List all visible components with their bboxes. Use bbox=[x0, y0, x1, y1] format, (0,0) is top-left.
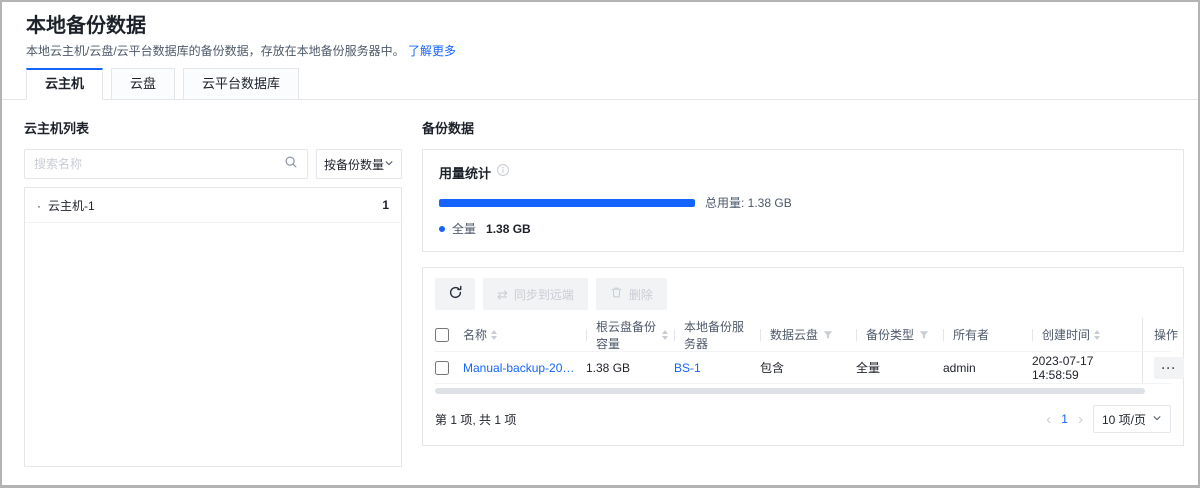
table-toolbar: ⇄ 同步到远端 删除 bbox=[435, 278, 1171, 310]
host-name: 云主机-1 bbox=[37, 197, 95, 214]
sort-icon[interactable] bbox=[662, 330, 668, 340]
usage-stats-card: 用量统计 总用量: 1.38 GB 全量 1.38 GB bbox=[422, 149, 1184, 252]
delete-button[interactable]: 删除 bbox=[596, 278, 667, 310]
sort-dropdown-label: 按备份数量 bbox=[324, 156, 384, 173]
row-data-disk-cell: 包含 bbox=[760, 352, 856, 383]
row-checkbox-cell bbox=[435, 352, 463, 383]
header-backup-type-label: 备份类型 bbox=[866, 326, 914, 343]
header-backup-server: 本地备份服务器 bbox=[674, 318, 760, 351]
info-icon[interactable] bbox=[496, 163, 510, 182]
host-list-controls: 按备份数量 bbox=[24, 149, 402, 179]
search-box[interactable] bbox=[24, 149, 308, 179]
legend-label: 全量 bbox=[452, 220, 476, 237]
page-title: 本地备份数据 bbox=[26, 14, 1174, 38]
backup-server-link[interactable]: BS-1 bbox=[674, 361, 701, 375]
header-capacity-label: 根云盘备份容量 bbox=[596, 318, 658, 352]
learn-more-link[interactable]: 了解更多 bbox=[408, 44, 456, 58]
backup-table: 名称 根云盘备份容量 本地备份服务器 数据云盘 bbox=[435, 318, 1171, 394]
host-list: 云主机-1 1 bbox=[24, 187, 402, 467]
sort-icon[interactable] bbox=[1094, 330, 1100, 340]
host-list-panel: 云主机列表 按备份数量 云主机-1 1 bbox=[24, 110, 402, 467]
backup-name-link[interactable]: Manual-backup-2023-07-1... bbox=[463, 361, 580, 375]
select-all-checkbox[interactable] bbox=[435, 328, 449, 342]
more-actions-button[interactable]: ··· bbox=[1154, 357, 1184, 379]
usage-legend: 全量 1.38 GB bbox=[439, 220, 1167, 237]
delete-button-label: 删除 bbox=[629, 286, 653, 303]
usage-stats-title: 用量统计 bbox=[439, 163, 491, 182]
header-created-time-label: 创建时间 bbox=[1042, 326, 1090, 343]
refresh-icon bbox=[448, 285, 463, 303]
list-item-host-1[interactable]: 云主机-1 1 bbox=[25, 188, 401, 223]
horizontal-scrollbar[interactable] bbox=[435, 388, 1145, 394]
chevron-down-icon bbox=[384, 157, 394, 171]
page-size-label: 10 项/页 bbox=[1102, 411, 1146, 428]
tab-cloud-disk[interactable]: 云盘 bbox=[111, 68, 175, 99]
next-page-icon[interactable]: › bbox=[1078, 412, 1083, 427]
header-backup-server-label: 本地备份服务器 bbox=[684, 318, 754, 352]
backup-table-card: ⇄ 同步到远端 删除 bbox=[422, 267, 1184, 446]
sort-icon[interactable] bbox=[491, 330, 497, 340]
content-area: 云主机列表 按备份数量 云主机-1 1 bbox=[2, 100, 1198, 485]
refresh-button[interactable] bbox=[435, 278, 475, 310]
header-owner-label: 所有者 bbox=[953, 326, 989, 343]
header-actions-label: 操作 bbox=[1154, 326, 1178, 343]
row-checkbox[interactable] bbox=[435, 361, 449, 375]
table-row: Manual-backup-2023-07-1... 1.38 GB BS-1 … bbox=[435, 352, 1171, 384]
page-subtitle-text: 本地云主机/云盘/云平台数据库的备份数据，存放在本地备份服务器中。 bbox=[26, 44, 405, 58]
host-backup-count: 1 bbox=[382, 198, 389, 212]
host-list-title: 云主机列表 bbox=[24, 118, 402, 137]
sync-to-remote-button[interactable]: ⇄ 同步到远端 bbox=[483, 278, 588, 310]
legend-dot-icon bbox=[439, 226, 445, 232]
prev-page-icon[interactable]: ‹ bbox=[1046, 412, 1051, 427]
pagination: ‹ 1 › 10 项/页 bbox=[1046, 405, 1171, 433]
search-input[interactable] bbox=[34, 157, 284, 171]
table-footer: 第 1 项, 共 1 项 ‹ 1 › 10 项/页 bbox=[435, 405, 1171, 433]
backup-data-panel: 备份数据 用量统计 总用量: 1.38 GB 全量 bbox=[422, 110, 1184, 467]
current-page-number[interactable]: 1 bbox=[1061, 412, 1068, 426]
row-backup-type-cell: 全量 bbox=[856, 352, 943, 383]
row-created-time-cell: 2023-07-17 14:58:59 bbox=[1032, 352, 1142, 383]
header-created-time: 创建时间 bbox=[1032, 318, 1142, 351]
backup-data-title: 备份数据 bbox=[422, 118, 1184, 137]
usage-bar-row: 总用量: 1.38 GB bbox=[439, 194, 1167, 211]
row-actions-cell: ··· bbox=[1142, 352, 1192, 383]
page-size-select[interactable]: 10 项/页 bbox=[1093, 405, 1171, 433]
legend-value: 1.38 GB bbox=[486, 222, 531, 236]
row-capacity-cell: 1.38 GB bbox=[586, 352, 674, 383]
trash-icon bbox=[610, 286, 623, 302]
tab-cloud-host[interactable]: 云主机 bbox=[26, 68, 103, 100]
usage-total-label: 总用量: 1.38 GB bbox=[705, 194, 792, 211]
header-checkbox-cell bbox=[435, 318, 463, 351]
pagination-summary: 第 1 项, 共 1 项 bbox=[435, 411, 516, 428]
row-name-cell: Manual-backup-2023-07-1... bbox=[463, 352, 586, 383]
sort-dropdown[interactable]: 按备份数量 bbox=[316, 149, 402, 179]
header-backup-type: 备份类型 bbox=[856, 318, 943, 351]
filter-icon[interactable] bbox=[823, 330, 833, 340]
sync-icon: ⇄ bbox=[497, 288, 508, 301]
tab-cloud-platform-db[interactable]: 云平台数据库 bbox=[183, 68, 299, 99]
page-header: 本地备份数据 本地云主机/云盘/云平台数据库的备份数据，存放在本地备份服务器中。… bbox=[2, 2, 1198, 59]
row-server-cell: BS-1 bbox=[674, 352, 760, 383]
page-subtitle: 本地云主机/云盘/云平台数据库的备份数据，存放在本地备份服务器中。 了解更多 bbox=[26, 43, 1174, 59]
usage-bar-track bbox=[439, 199, 695, 207]
search-icon[interactable] bbox=[284, 155, 298, 174]
header-data-disk: 数据云盘 bbox=[760, 318, 856, 351]
local-backup-page: 本地备份数据 本地云主机/云盘/云平台数据库的备份数据，存放在本地备份服务器中。… bbox=[0, 0, 1200, 488]
usage-title-row: 用量统计 bbox=[439, 163, 1167, 182]
tab-bar: 云主机 云盘 云平台数据库 bbox=[2, 68, 1198, 100]
row-owner-cell: admin bbox=[943, 352, 1032, 383]
chevron-down-icon bbox=[1152, 412, 1162, 426]
usage-bar-fill bbox=[439, 199, 695, 207]
header-name: 名称 bbox=[463, 318, 586, 351]
table-header-row: 名称 根云盘备份容量 本地备份服务器 数据云盘 bbox=[435, 318, 1171, 352]
header-actions: 操作 bbox=[1142, 318, 1192, 351]
sync-button-label: 同步到远端 bbox=[514, 286, 574, 303]
filter-icon[interactable] bbox=[919, 330, 929, 340]
header-capacity: 根云盘备份容量 bbox=[586, 318, 674, 351]
header-name-label: 名称 bbox=[463, 326, 487, 343]
header-data-disk-label: 数据云盘 bbox=[770, 326, 818, 343]
header-owner: 所有者 bbox=[943, 318, 1032, 351]
